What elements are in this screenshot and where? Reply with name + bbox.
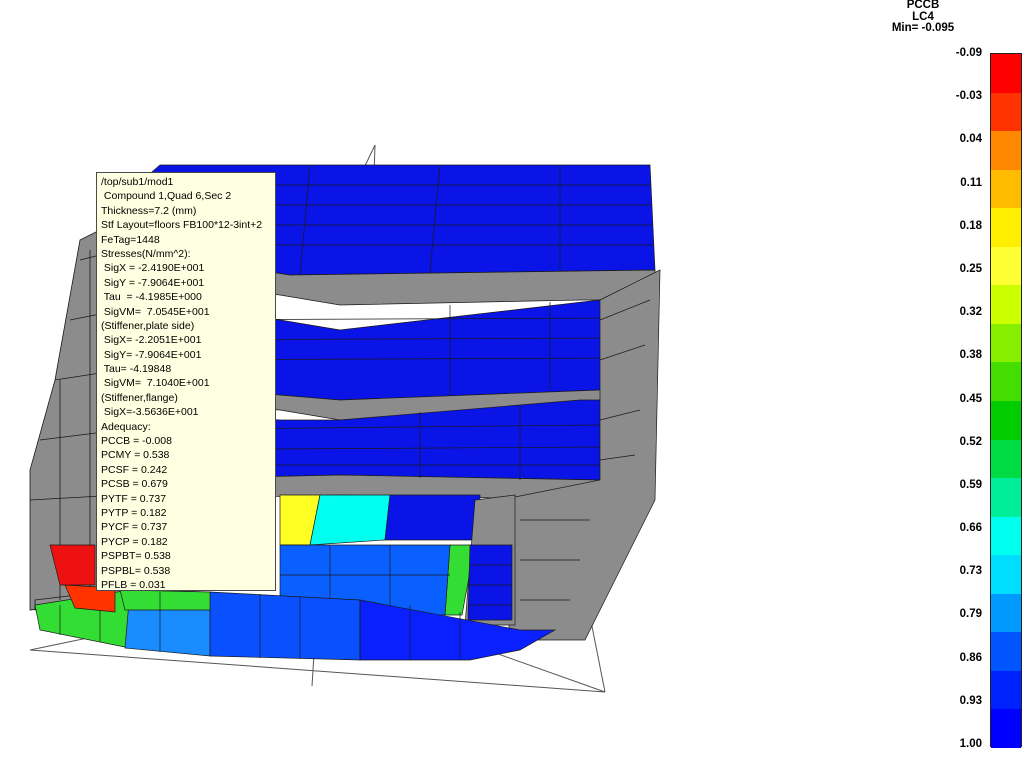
- tooltip-line: PCSF = 0.242: [101, 463, 168, 476]
- tooltip-line: PFLB = 0.031: [101, 578, 166, 591]
- legend-swatch: [991, 439, 1021, 479]
- legend-tick-label: 0.25: [959, 262, 982, 275]
- legend-swatch: [991, 208, 1021, 248]
- legend-tick-label: 0.73: [959, 565, 982, 578]
- legend-swatch: [991, 285, 1021, 325]
- legend-swatch: [991, 632, 1021, 672]
- tooltip-line: PCMY = 0.538: [101, 449, 170, 462]
- legend-min: Min= -0.095: [891, 22, 955, 34]
- legend-tick-label: 0.93: [959, 694, 982, 707]
- tooltip-line: FeTag=1448: [101, 233, 160, 246]
- tooltip-line: SigX=-3.5636E+001: [101, 406, 199, 419]
- model-viewport[interactable]: /top/sub1/mod1 Compound 1,Quad 6,Sec 2 Th…: [0, 0, 1024, 757]
- legend-swatch: [991, 246, 1021, 286]
- legend-tick-label: 0.59: [959, 478, 982, 491]
- tooltip-line: SigVM= 7.1040E+001: [101, 377, 210, 390]
- legend-swatch: [991, 516, 1021, 556]
- tooltip-line: (Stiffener,flange): [101, 391, 178, 404]
- tooltip-line: PCSB = 0.679: [101, 478, 168, 491]
- legend-tick-label: -0.09: [955, 47, 982, 59]
- color-scale-bar: [990, 53, 1022, 749]
- legend-swatch: [991, 478, 1021, 518]
- legend-swatch: [991, 92, 1021, 132]
- tooltip-line: Stf Layout=floors FB100*12-3int+2: [101, 219, 263, 232]
- legend-tick-label: 0.11: [960, 176, 982, 189]
- legend-swatch: [991, 709, 1021, 749]
- legend-swatch: [991, 131, 1021, 171]
- legend-tick-label: -0.03: [955, 90, 982, 103]
- legend-swatch: [991, 555, 1021, 595]
- legend-tick-label: 0.45: [959, 392, 982, 405]
- tooltip-line: SigX = -2.4190E+001: [101, 262, 205, 275]
- legend-tick-label: 0.86: [959, 651, 982, 664]
- element-info-tooltip: /top/sub1/mod1 Compound 1,Quad 6,Sec 2 Th…: [96, 172, 276, 591]
- tooltip-line: Tau = -4.1985E+000: [101, 291, 202, 304]
- tooltip-line: SigY = -7.9064E+001: [101, 276, 205, 289]
- tooltip-line: Stresses(N/mm^2):: [101, 247, 191, 260]
- tooltip-line: PSPBT= 0.538: [101, 550, 171, 563]
- tooltip-line: /top/sub1/mod1: [101, 176, 174, 188]
- tooltip-line: Thickness=7.2 (mm): [101, 204, 197, 217]
- tooltip-line: SigX= -2.2051E+001: [101, 334, 202, 347]
- legend-quantity: PCCB: [906, 0, 940, 11]
- legend-swatch: [991, 362, 1021, 402]
- legend-tick-label: 0.52: [959, 435, 982, 448]
- legend-tick-label: 0.18: [959, 219, 982, 232]
- tooltip-line: PYCP = 0.182: [101, 535, 168, 548]
- tooltip-line: SigVM= 7.0545E+001: [101, 305, 210, 318]
- legend-swatch: [991, 593, 1021, 633]
- legend-tick-label: 0.79: [959, 608, 982, 621]
- legend-title: PCCB LC4 Min= -0.095: [870, 0, 976, 35]
- legend-tick-label: 1.00: [959, 738, 982, 750]
- tooltip-line: PSPBL= 0.538: [101, 564, 171, 577]
- tooltip-line: (Stiffener,plate side): [101, 319, 195, 332]
- legend-tick-label: 0.66: [959, 522, 982, 535]
- tooltip-line: Tau= -4.19848: [101, 363, 172, 376]
- tooltip-line: PYTP = 0.182: [101, 506, 167, 519]
- tooltip-line: Compound 1,Quad 6,Sec 2: [101, 190, 232, 203]
- legend-tick-label: 0.38: [959, 349, 982, 362]
- tooltip-line: Adequacy:: [101, 420, 151, 433]
- tooltip-line: SigY= -7.9064E+001: [101, 348, 202, 361]
- legend-swatch: [991, 670, 1021, 710]
- tooltip-line: PYTF = 0.737: [101, 492, 167, 505]
- legend-swatch: [991, 401, 1021, 441]
- legend-swatch: [991, 169, 1021, 209]
- legend-swatch: [991, 54, 1021, 94]
- legend-swatch: [991, 323, 1021, 363]
- tooltip-line: PYCF = 0.737: [101, 521, 168, 534]
- legend-tick-label: 0.04: [959, 133, 982, 146]
- tooltip-line: PCCB = -0.008: [101, 435, 172, 448]
- legend-tick-label: 0.32: [959, 306, 982, 319]
